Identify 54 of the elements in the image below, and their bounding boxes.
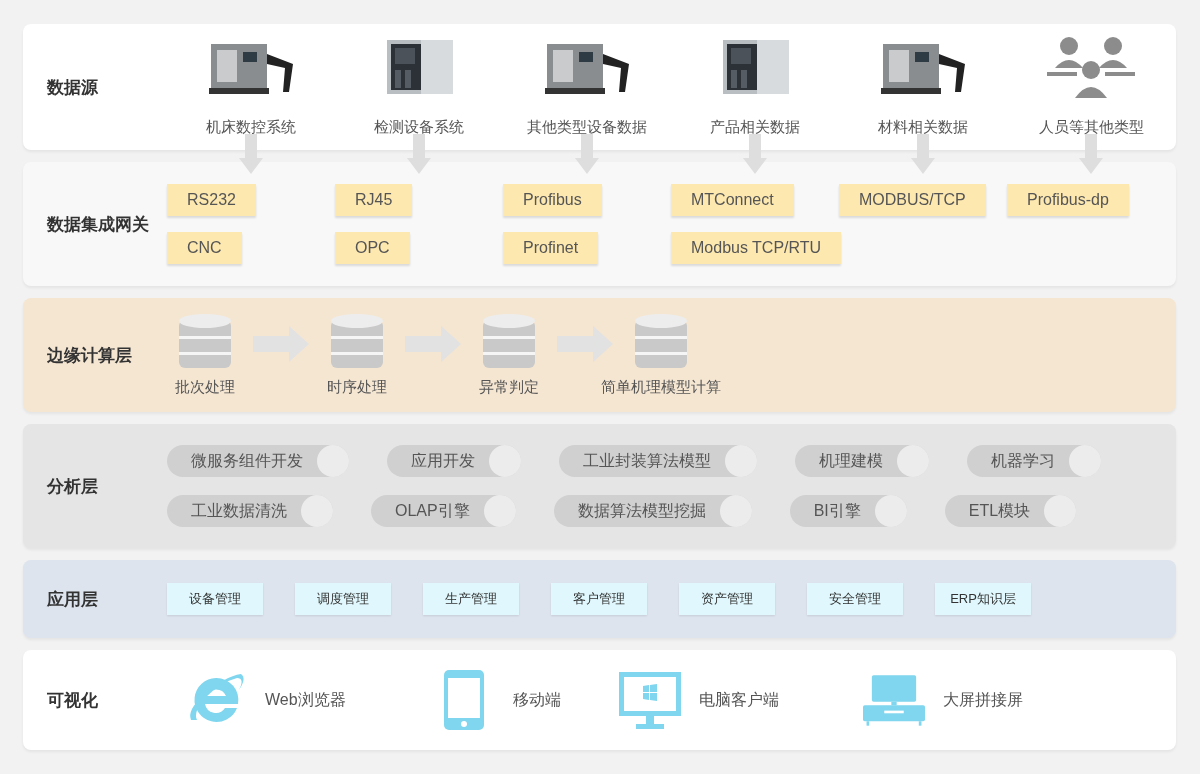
app-tag: 安全管理 <box>807 583 903 615</box>
module-pill: ETL模块 <box>944 495 1077 527</box>
layer-title: 边缘计算层 <box>46 344 133 367</box>
step-label: 异常判定 <box>479 377 539 397</box>
source-label: 材料相关数据 <box>878 118 968 137</box>
client-label: Web浏览器 <box>265 689 346 710</box>
down-arrow-icon <box>911 134 935 174</box>
client-label: 移动端 <box>513 689 561 710</box>
step-label: 时序处理 <box>327 377 387 397</box>
protocol-tag: Profibus <box>503 184 602 216</box>
layer-title: 数据源 <box>46 76 99 99</box>
protocol-tag: MODBUS/TCP <box>839 184 986 216</box>
layer-title: 数据集成网关 <box>46 213 150 236</box>
module-pill: 机器学习 <box>967 445 1101 477</box>
down-arrow-icon <box>239 134 263 174</box>
source-label: 人员等其他类型 <box>1038 118 1144 137</box>
step-label: 批次处理 <box>175 377 235 397</box>
app-tag: 调度管理 <box>295 583 391 615</box>
module-pill: 工业封装算法模型 <box>559 445 757 477</box>
protocol-tag: RJ45 <box>335 184 413 216</box>
protocol-tag: RS232 <box>167 184 256 216</box>
source-label: 检测设备系统 <box>374 118 464 137</box>
source-label: 产品相关数据 <box>710 118 800 137</box>
app-tag: ERP知识层 <box>935 583 1031 615</box>
app-tag: 客户管理 <box>551 583 647 615</box>
module-pill: 机理建模 <box>795 445 929 477</box>
module-pill: OLAP引擎 <box>371 495 516 527</box>
app-tag: 资产管理 <box>679 583 775 615</box>
protocol-tag: Modbus TCP/RTU <box>671 232 842 264</box>
down-arrow-icon <box>575 134 599 174</box>
step-label: 简单机理模型计算 <box>601 377 721 397</box>
module-pill: 微服务组件开发 <box>167 445 349 477</box>
app-tag: 设备管理 <box>167 583 263 615</box>
down-arrow-icon <box>743 134 767 174</box>
source-label: 机床数控系统 <box>206 118 296 137</box>
module-pill: 应用开发 <box>387 445 521 477</box>
down-arrow-icon <box>1079 134 1103 174</box>
protocol-tag: Profinet <box>503 232 599 264</box>
module-pill: 工业数据清洗 <box>167 495 333 527</box>
protocol-tag: OPC <box>335 232 410 264</box>
client-label: 电脑客户端 <box>699 689 779 710</box>
module-pill: 数据算法模型挖掘 <box>553 495 752 527</box>
module-pill: BI引擎 <box>789 495 907 527</box>
protocol-tag: CNC <box>167 232 242 264</box>
source-label: 其他类型设备数据 <box>527 118 647 137</box>
client-label: 大屏拼接屏 <box>943 689 1023 710</box>
layer-title: 分析层 <box>46 475 99 498</box>
protocol-tag: MTConnect <box>671 184 794 216</box>
app-tag: 生产管理 <box>423 583 519 615</box>
protocol-tag: Profibus-dp <box>1007 184 1129 216</box>
layer-title: 可视化 <box>46 689 99 712</box>
down-arrow-icon <box>407 134 431 174</box>
monitor-icon <box>619 670 681 730</box>
layer-title: 应用层 <box>46 588 99 611</box>
